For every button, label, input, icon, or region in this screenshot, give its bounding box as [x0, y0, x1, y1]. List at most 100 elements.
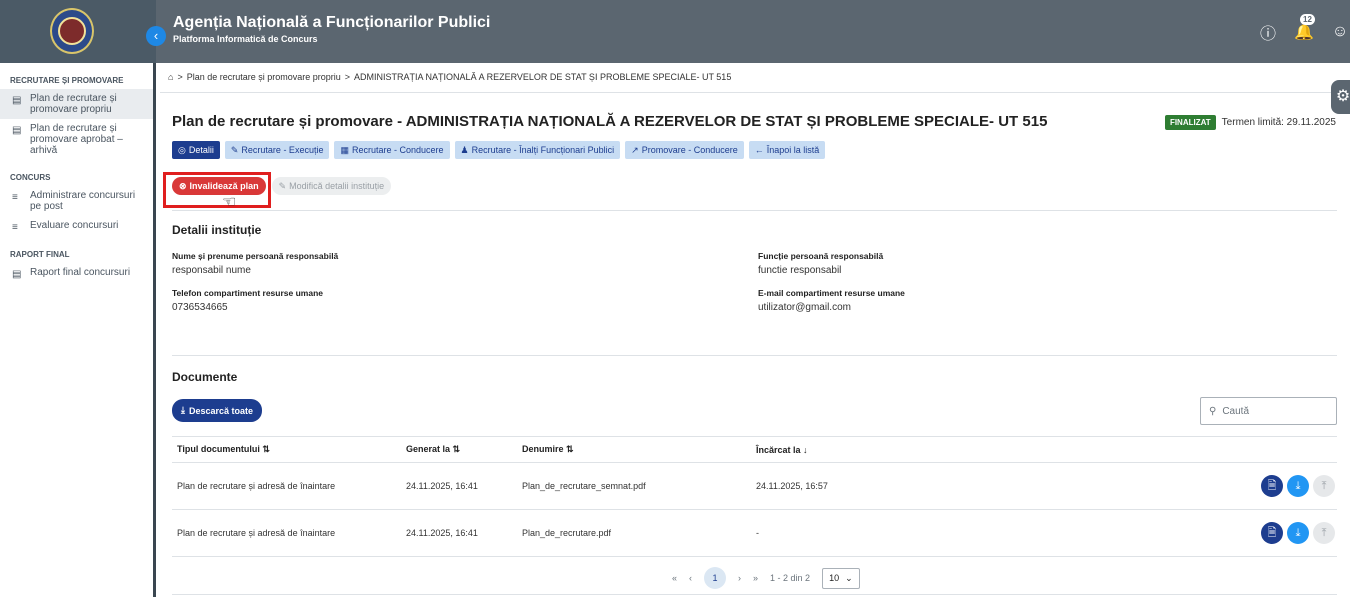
column-label: Generat la [406, 444, 451, 454]
search-input[interactable]: ⚲ Caută [1200, 397, 1337, 425]
tab-label: Înapoi la listă [766, 145, 820, 155]
page-number-button[interactable]: 1 [704, 567, 727, 589]
column-header[interactable]: Generat la ⇅ [406, 444, 522, 455]
download-icon[interactable]: ⤓ [1287, 522, 1309, 544]
pagination: « ‹ 1 › » 1 - 2 din 2 10 ⌄ [672, 567, 860, 589]
settings-gear-icon[interactable]: ⚙ [1331, 80, 1350, 114]
tab-detalii[interactable]: ◎ Detalii [172, 141, 220, 159]
sidebar-section-title: RECRUTARE ȘI PROMOVARE [10, 76, 124, 85]
breadcrumb-item[interactable]: Plan de recrutare și promovare propriu [187, 72, 341, 82]
status-badge: FINALIZAT [1164, 115, 1216, 130]
sidebar-item-label: Raport final concursuri [30, 267, 131, 278]
column-label: Tipul documentului [177, 444, 260, 454]
sort-icon: ⇅ [452, 444, 461, 454]
sidebar-item-label: Evaluare concursuri [30, 220, 119, 231]
button-label: Descarcă toate [188, 405, 254, 416]
details-title: Detalii instituție [172, 223, 262, 237]
app-subtitle: Platforma Informatică de Concurs [173, 34, 318, 44]
sidebar: RECRUTARE ȘI PROMOVARE ▤ Plan de recruta… [0, 63, 156, 597]
tab-label: Recrutare - Conducere [351, 145, 444, 155]
tab-label: Recrutare - Execuție [241, 145, 324, 155]
search-placeholder: Caută [1222, 405, 1250, 417]
user-icon[interactable]: ☺ [1330, 22, 1350, 42]
column-header[interactable]: Încărcat la ↓ [756, 445, 1216, 455]
trend-icon: ↗ [631, 144, 639, 155]
building-icon: ▦ [340, 144, 349, 155]
column-header[interactable]: Tipul documentului ⇅ [172, 444, 406, 455]
notification-badge: 12 [1300, 14, 1315, 25]
cell-uploaded: - [756, 528, 759, 538]
app-header: Agenția Națională a Funcționarilor Publi… [0, 0, 1350, 63]
collapse-sidebar-button[interactable]: ‹ [146, 26, 166, 46]
upload-icon[interactable]: ⤒ [1313, 522, 1335, 544]
edit-institution-button[interactable]: ✎ Modifică detalii instituție [271, 177, 392, 195]
documents-title: Documente [172, 370, 238, 384]
column-header[interactable]: Denumire ⇅ [522, 444, 756, 455]
sidebar-item-evaluare[interactable]: ≡ Evaluare concursuri [0, 216, 153, 237]
hand-cursor-icon: ☜ [222, 194, 237, 211]
button-label: Modifică detalii instituție [289, 181, 385, 191]
function-label: Funcție persoană responsabilă [758, 251, 884, 261]
home-icon[interactable]: ⌂ [168, 72, 173, 82]
download-icon[interactable]: ⤓ [1287, 475, 1309, 497]
file-icon[interactable]: 🗎 [1261, 475, 1283, 497]
upload-icon[interactable]: ⤒ [1313, 475, 1335, 497]
file-icon[interactable]: 🗎 [1261, 522, 1283, 544]
sidebar-item-plan-arhiva[interactable]: ▤ Plan de recrutare și promovare aprobat… [0, 119, 153, 160]
download-all-button[interactable]: ⤓ Descarcă toate [172, 399, 263, 422]
table-row: Plan de recrutare și adresă de înaintare… [172, 463, 1337, 510]
column-label: Încărcat la [756, 444, 801, 455]
email-value: utilizator@gmail.com [758, 302, 851, 313]
pen-icon: ✎ [230, 144, 239, 155]
list-icon: ≡ [12, 192, 18, 203]
arrow-left-icon: ← [754, 145, 764, 155]
deadline-text: Termen limită: 29.11.2025 [1221, 117, 1336, 128]
breadcrumb-separator-icon: > [177, 72, 183, 82]
tab-inapoi-lista[interactable]: ← Înapoi la listă [748, 141, 826, 159]
table-row: Plan de recrutare și adresă de înaintare… [172, 510, 1337, 557]
sidebar-item-label: Plan de recrutare și promovare aprobat –… [30, 123, 123, 156]
bell-icon[interactable]: 🔔 12 [1294, 14, 1315, 42]
sidebar-item-raport[interactable]: ▤ Raport final concursuri [0, 263, 153, 284]
page-size-value: 10 [829, 573, 840, 583]
tab-recrutare-executie[interactable]: ✎ Recrutare - Execuție [224, 141, 330, 159]
first-page-icon[interactable]: « [672, 573, 677, 583]
sidebar-item-label: Administrare concursuri pe post [30, 190, 136, 212]
tab-label: Recrutare - Înalți Funcționari Publici [471, 145, 615, 155]
sort-desc-icon: ↓ [803, 444, 808, 455]
tab-label: Promovare - Conducere [641, 145, 738, 155]
help-icon[interactable]: ⓘ [1258, 22, 1278, 43]
cell-type: Plan de recrutare și adresă de înaintare [177, 528, 336, 538]
prev-page-icon[interactable]: ‹ [689, 573, 692, 583]
logo-area [0, 0, 156, 63]
top-icons: ⓘ 🔔 12 ☺ [1258, 14, 1350, 43]
sidebar-item-administrare[interactable]: ≡ Administrare concursuri pe post [0, 186, 153, 216]
cell-type: Plan de recrutare și adresă de înaintare [177, 481, 336, 491]
function-value: functie responsabil [758, 265, 842, 276]
map-icon: ▤ [12, 95, 22, 106]
breadcrumb-item: ADMINISTRAȚIA NAȚIONALĂ A REZERVELOR DE … [354, 72, 732, 82]
breadcrumb: ⌂ > Plan de recrutare și promovare propr… [168, 72, 731, 82]
documents-table: Tipul documentului ⇅ Generat la ⇅ Denumi… [172, 436, 1337, 557]
page-size-select[interactable]: 10 ⌄ [822, 567, 860, 589]
sidebar-item-plan-propriu[interactable]: ▤ Plan de recrutare și promovare propriu [0, 89, 153, 119]
table-header: Tipul documentului ⇅ Generat la ⇅ Denumi… [172, 436, 1337, 463]
page-summary: 1 - 2 din 2 [770, 573, 811, 583]
tab-recrutare-conducere[interactable]: ▦ Recrutare - Conducere [334, 141, 450, 159]
eye-icon: ◎ [178, 144, 186, 155]
map-icon: ▤ [12, 269, 22, 280]
search-icon: ⚲ [1209, 405, 1217, 417]
sort-icon: ⇅ [566, 444, 574, 454]
cell-generated: 24.11.2025, 16:41 [406, 528, 478, 538]
top-bar: Agenția Națională a Funcționarilor Publi… [156, 0, 1350, 63]
name-value: responsabil nume [172, 265, 251, 276]
divider [172, 594, 1337, 595]
last-page-icon[interactable]: » [753, 573, 758, 583]
tab-promovare-conducere[interactable]: ↗ Promovare - Conducere [625, 141, 744, 159]
sidebar-item-label: Plan de recrutare și promovare propriu [30, 93, 117, 115]
highlight-box [163, 172, 271, 208]
download-icon: ⤓ [181, 405, 185, 415]
status-area: FINALIZAT Termen limită: 29.11.2025 [1164, 115, 1336, 130]
next-page-icon[interactable]: › [738, 573, 741, 583]
tab-recrutare-ifp[interactable]: ♟ Recrutare - Înalți Funcționari Publici [454, 141, 621, 159]
